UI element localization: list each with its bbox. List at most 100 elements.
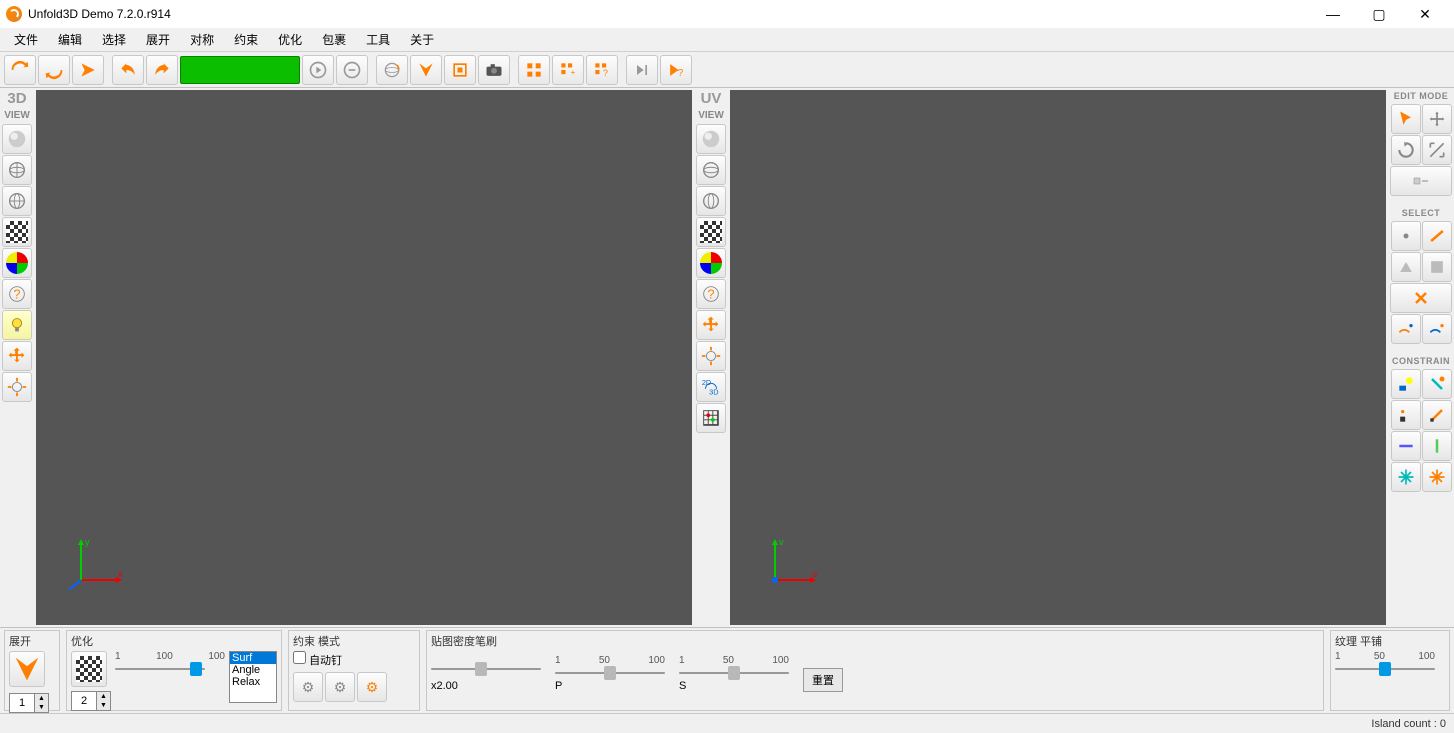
unfold-spinner[interactable]: ▲▼	[9, 693, 49, 713]
uv-checker-color-icon[interactable]	[696, 248, 726, 278]
uv-checker-icon[interactable]	[696, 217, 726, 247]
square-stop-icon[interactable]	[444, 55, 476, 85]
menu-constrain[interactable]: 约束	[224, 29, 268, 50]
view-label-uv: VIEW	[698, 109, 724, 123]
brush-x-slider[interactable]	[431, 662, 541, 676]
svg-text:?: ?	[678, 67, 684, 78]
box-tool-icon[interactable]	[1390, 166, 1452, 196]
progress-box	[180, 56, 300, 84]
grid-plus-icon[interactable]: +	[552, 55, 584, 85]
pin4-icon[interactable]	[1422, 400, 1452, 430]
uv-2d3d-icon[interactable]: 2D3D	[696, 372, 726, 402]
select-edge-icon[interactable]	[1422, 221, 1452, 251]
island-count: Island count : 0	[1371, 718, 1446, 730]
menu-optimize[interactable]: 优化	[268, 29, 312, 50]
select-point-icon[interactable]	[1391, 221, 1421, 251]
close-button[interactable]: ✕	[1402, 0, 1448, 28]
viewport-uv[interactable]: u v	[730, 90, 1386, 625]
uv-help-icon[interactable]: ?	[696, 279, 726, 309]
stop-button[interactable]	[336, 55, 368, 85]
snowflake2-icon[interactable]	[1422, 462, 1452, 492]
select-brush1-icon[interactable]	[1391, 314, 1421, 344]
globe-arrows-icon[interactable]	[2, 372, 32, 402]
play-help-icon[interactable]: ?	[660, 55, 692, 85]
brush-p-slider[interactable]	[555, 666, 665, 680]
optimize-slider[interactable]	[115, 662, 205, 676]
play-button[interactable]	[302, 55, 334, 85]
tool-swirl3-icon[interactable]	[72, 55, 104, 85]
optimize-spinner-input[interactable]	[72, 695, 96, 707]
grid1-icon[interactable]	[518, 55, 550, 85]
menu-symmetry[interactable]: 对称	[180, 29, 224, 50]
cursor-icon[interactable]	[1391, 104, 1421, 134]
reset-button[interactable]: 重置	[803, 668, 843, 692]
svg-text:+: +	[571, 67, 576, 77]
select-x-icon[interactable]	[1390, 283, 1452, 313]
undo-button[interactable]	[112, 55, 144, 85]
maximize-button[interactable]: ▢	[1356, 0, 1402, 28]
pin3-icon[interactable]	[1391, 400, 1421, 430]
uv-globe1-icon[interactable]	[696, 155, 726, 185]
optimize-method-list[interactable]: Surf Angle Relax	[229, 651, 277, 703]
viewport-3d[interactable]: x y	[36, 90, 692, 625]
menu-about[interactable]: 关于	[400, 29, 444, 50]
unfold-action-button[interactable]	[9, 651, 45, 687]
optimize-action-button[interactable]	[71, 651, 107, 687]
svg-text:3D: 3D	[709, 387, 718, 396]
brush-s-slider[interactable]	[679, 666, 789, 680]
move-cross-icon[interactable]	[2, 341, 32, 371]
menu-pack[interactable]: 包裹	[312, 29, 356, 50]
snowflake1-icon[interactable]	[1391, 462, 1421, 492]
menu-file[interactable]: 文件	[4, 29, 48, 50]
sphere-shade-icon[interactable]	[2, 124, 32, 154]
checker-icon[interactable]	[2, 217, 32, 247]
select-island-icon[interactable]	[1422, 252, 1452, 282]
svg-text:?: ?	[13, 287, 20, 302]
grid-help-icon[interactable]: ?	[586, 55, 618, 85]
scale-tool-icon[interactable]	[1422, 135, 1452, 165]
constrain-label: CONSTRAIN	[1389, 354, 1453, 368]
camera-icon[interactable]	[478, 55, 510, 85]
pin1-icon[interactable]	[1391, 369, 1421, 399]
texture-slider[interactable]	[1335, 662, 1435, 676]
rotate-tool-icon[interactable]	[1391, 135, 1421, 165]
line-v-icon[interactable]	[1422, 431, 1452, 461]
select-brush2-icon[interactable]	[1422, 314, 1452, 344]
skip-end-icon[interactable]	[626, 55, 658, 85]
gear3-icon[interactable]: ⚙	[357, 672, 387, 702]
unfold-icon[interactable]	[410, 55, 442, 85]
tool-swirl2-icon[interactable]	[38, 55, 70, 85]
checker-color-icon[interactable]	[2, 248, 32, 278]
globe-refresh-icon[interactable]	[376, 55, 408, 85]
help-globe-icon[interactable]: ?	[2, 279, 32, 309]
gear2-icon[interactable]: ⚙	[325, 672, 355, 702]
minimize-button[interactable]: —	[1310, 0, 1356, 28]
gear1-icon[interactable]: ⚙	[293, 672, 323, 702]
uv-globe2-icon[interactable]	[696, 186, 726, 216]
bulb-icon[interactable]	[2, 310, 32, 340]
uv-grid-icon[interactable]	[696, 403, 726, 433]
move-tool-icon[interactable]	[1422, 104, 1452, 134]
select-face-icon[interactable]	[1391, 252, 1421, 282]
menu-unfold[interactable]: 展开	[136, 29, 180, 50]
uv-globe-arrows-icon[interactable]	[696, 341, 726, 371]
autopin-checkbox[interactable]: 自动钉	[293, 655, 342, 667]
svg-text:v: v	[779, 537, 784, 547]
wireframe-globe-icon[interactable]	[2, 155, 32, 185]
pin2-icon[interactable]	[1422, 369, 1452, 399]
wireframe-globe2-icon[interactable]	[2, 186, 32, 216]
unfold-spinner-input[interactable]	[10, 697, 34, 709]
uv-sphere-icon[interactable]	[696, 124, 726, 154]
menu-edit[interactable]: 编辑	[48, 29, 92, 50]
menu-tools[interactable]: 工具	[356, 29, 400, 50]
spin-up[interactable]: ▲	[34, 694, 48, 703]
menu-select[interactable]: 选择	[92, 29, 136, 50]
left-3d-toolbar: 3D VIEW ?	[0, 88, 34, 627]
line-h-icon[interactable]	[1391, 431, 1421, 461]
svg-text:y: y	[85, 537, 90, 547]
optimize-spinner[interactable]: ▲▼	[71, 691, 111, 711]
spin-down[interactable]: ▼	[34, 703, 48, 712]
uv-move-icon[interactable]	[696, 310, 726, 340]
tool-swirl1-icon[interactable]	[4, 55, 36, 85]
redo-button[interactable]	[146, 55, 178, 85]
